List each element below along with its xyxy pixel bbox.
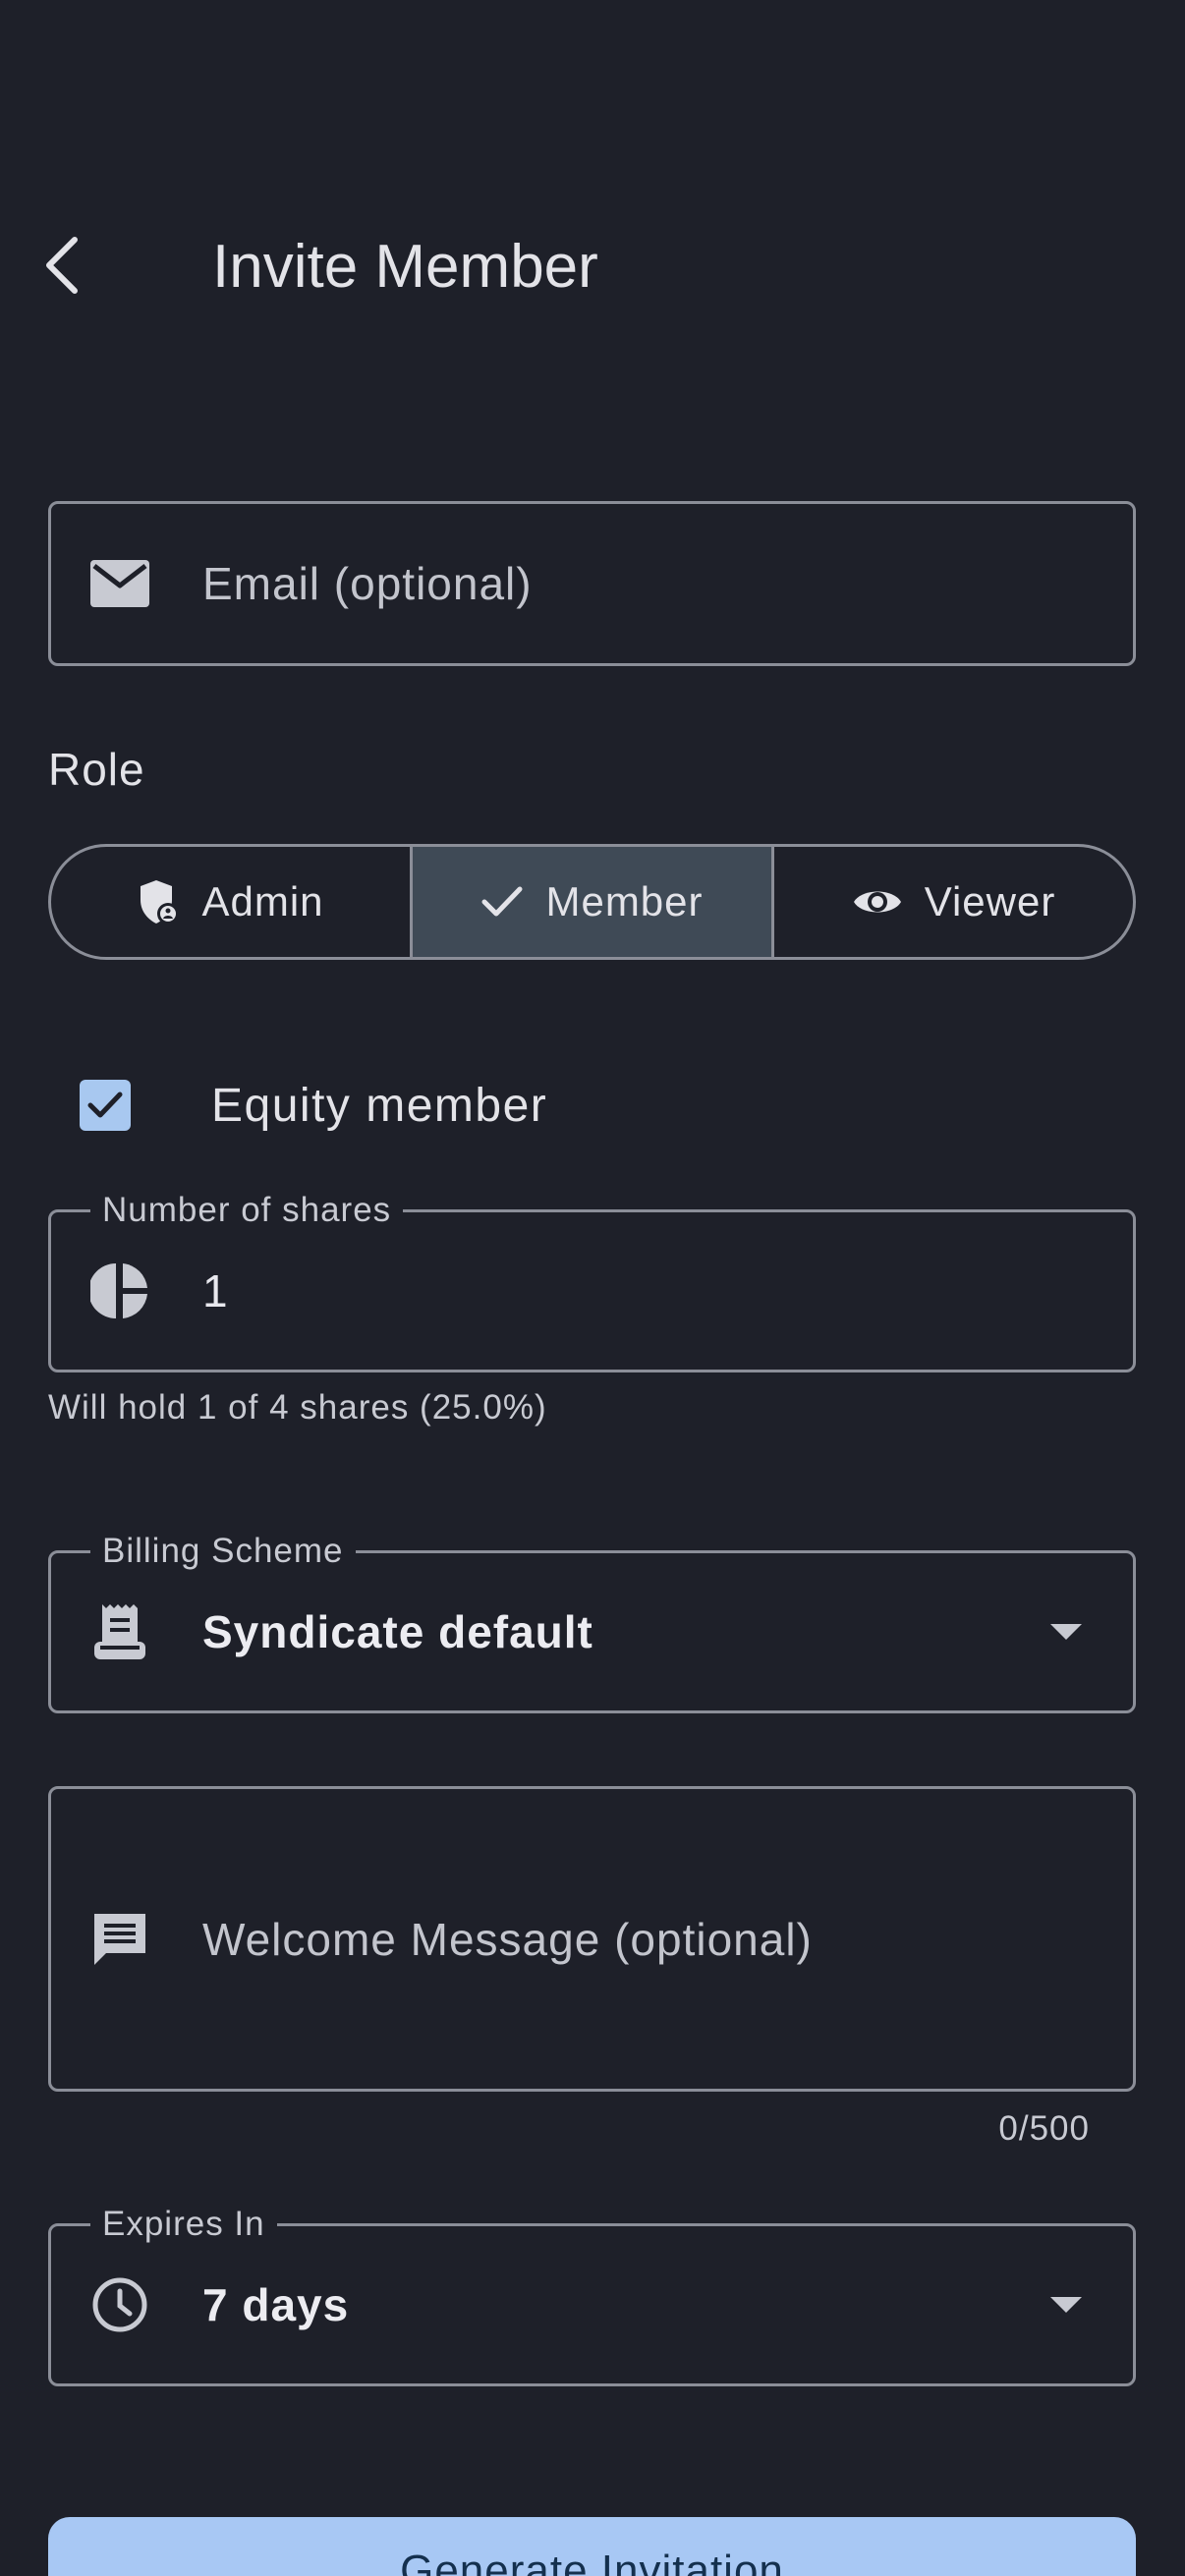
role-option-label: Admin xyxy=(201,878,324,924)
check-icon xyxy=(87,1092,123,1118)
shares-label: Number of shares xyxy=(90,1191,404,1230)
generate-invitation-label: Generate Invitation xyxy=(400,2547,784,2576)
welcome-message-field[interactable]: Welcome Message (optional) xyxy=(48,1786,1136,2092)
check-icon xyxy=(481,886,523,917)
generate-invitation-button[interactable]: Generate Invitation xyxy=(48,2517,1136,2576)
character-counter: 0/500 xyxy=(998,2109,1090,2148)
equity-member-checkbox-row[interactable]: Equity member xyxy=(48,1061,736,1149)
eye-icon xyxy=(853,891,901,913)
invite-member-screen: Invite Member Email (optional) Role Admi… xyxy=(0,0,1185,2576)
email-icon xyxy=(88,552,151,615)
admin-shield-icon xyxy=(141,880,180,924)
expires-in-value: 7 days xyxy=(202,2279,350,2330)
expires-in-label: Expires In xyxy=(90,2205,277,2244)
shares-input: 1 xyxy=(202,1265,229,1316)
shares-helper-text: Will hold 1 of 4 shares (25.0%) xyxy=(48,1388,547,1427)
back-button[interactable] xyxy=(39,216,128,314)
role-option-label: Member xyxy=(545,878,704,924)
page-title: Invite Member xyxy=(212,233,598,301)
welcome-message-placeholder: Welcome Message (optional) xyxy=(202,1913,813,1965)
pie-chart-icon xyxy=(88,1260,151,1322)
role-selector: Admin Member Viewer xyxy=(48,844,1136,960)
role-option-label: Viewer xyxy=(924,878,1056,924)
role-option-admin[interactable]: Admin xyxy=(51,847,410,957)
dropdown-arrow-icon xyxy=(1050,2297,1082,2313)
message-icon xyxy=(88,1908,151,1971)
role-label: Role xyxy=(48,744,145,795)
email-placeholder: Email (optional) xyxy=(202,558,533,609)
role-option-member[interactable]: Member xyxy=(410,847,771,957)
dropdown-arrow-icon xyxy=(1050,1624,1082,1640)
email-field[interactable]: Email (optional) xyxy=(48,501,1136,666)
equity-member-checkbox[interactable] xyxy=(80,1080,131,1131)
billing-scheme-select[interactable]: Billing Scheme Syndicate default xyxy=(48,1532,1136,1713)
role-option-viewer[interactable]: Viewer xyxy=(771,847,1133,957)
clock-icon xyxy=(88,2273,151,2336)
billing-scheme-value: Syndicate default xyxy=(202,1606,593,1657)
expires-in-select[interactable]: Expires In 7 days xyxy=(48,2205,1136,2386)
back-arrow-icon xyxy=(46,237,78,294)
receipt-icon xyxy=(88,1600,151,1663)
shares-field[interactable]: Number of shares 1 xyxy=(48,1191,1136,1372)
billing-scheme-label: Billing Scheme xyxy=(90,1532,356,1571)
equity-member-label: Equity member xyxy=(211,1079,548,1132)
